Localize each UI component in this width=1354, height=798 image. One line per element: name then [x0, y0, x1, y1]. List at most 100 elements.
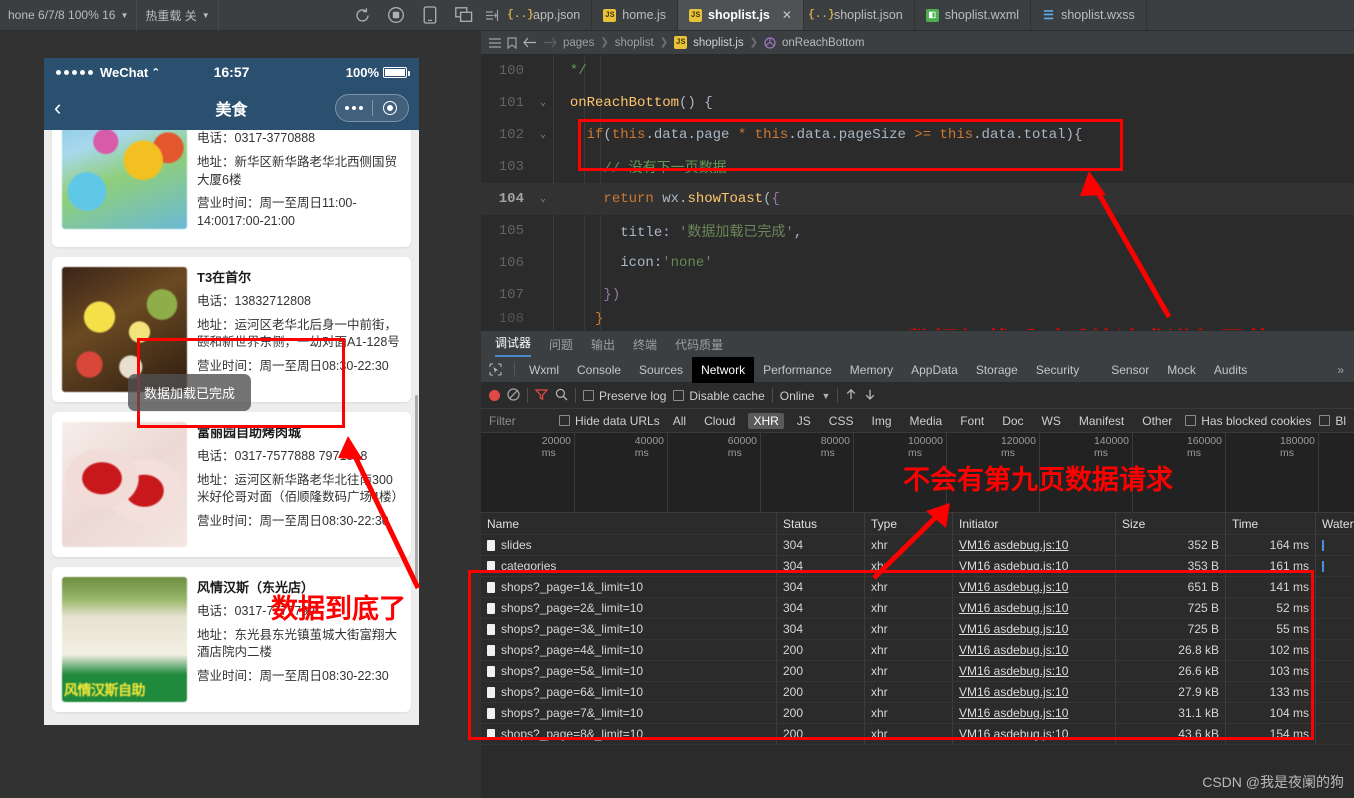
tab-output[interactable]: 输出 — [591, 336, 615, 357]
close-capsule-icon[interactable] — [373, 101, 409, 115]
tab-sources[interactable]: Sources — [630, 357, 692, 383]
tab-shoplist-json[interactable]: {..} shoplist.json — [804, 0, 915, 30]
network-request-table[interactable]: Name Status Type Initiator Size Time Wat… — [468, 503, 1354, 745]
breadcrumb-method[interactable]: onReachBottom — [782, 37, 864, 49]
column-header-status[interactable]: Status — [777, 513, 865, 534]
checkbox-icon[interactable] — [583, 390, 594, 401]
cell-name[interactable]: shops?_page=5&_limit=10 — [481, 661, 777, 681]
cell-initiator[interactable]: VM16 asdebug.js:10 — [953, 682, 1116, 702]
table-row[interactable]: shops?_page=2&_limit=10 304 xhr VM16 asd… — [481, 598, 1354, 619]
filter-type-font[interactable]: Font — [955, 413, 989, 429]
initiator-link[interactable]: VM16 asdebug.js:10 — [959, 706, 1068, 720]
initiator-link[interactable]: VM16 asdebug.js:10 — [959, 622, 1068, 636]
back-icon[interactable]: ‹ — [54, 95, 84, 121]
tab-storage[interactable]: Storage — [967, 357, 1027, 383]
cell-initiator[interactable]: VM16 asdebug.js:10 — [953, 619, 1116, 639]
cell-initiator[interactable]: VM16 asdebug.js:10 — [953, 724, 1116, 744]
disable-cache-checkbox[interactable]: Disable cache — [673, 389, 765, 403]
filter-input[interactable]: Filter — [489, 414, 551, 428]
breadcrumb-shoplist[interactable]: shoplist — [615, 37, 654, 49]
export-har-icon[interactable] — [864, 388, 876, 404]
tab-debugger[interactable]: 调试器 — [495, 334, 532, 357]
initiator-link[interactable]: VM16 asdebug.js:10 — [959, 580, 1068, 594]
cell-name[interactable]: shops?_page=6&_limit=10 — [481, 682, 777, 702]
cell-initiator[interactable]: VM16 asdebug.js:10 — [953, 556, 1116, 576]
bookmark-icon[interactable] — [507, 36, 517, 49]
element-picker-icon[interactable] — [481, 363, 509, 376]
cell-name[interactable]: shops?_page=3&_limit=10 — [481, 619, 777, 639]
checkbox-icon[interactable] — [1319, 415, 1331, 426]
cell-name[interactable]: slides — [481, 535, 777, 555]
column-header-type[interactable]: Type — [865, 513, 953, 534]
initiator-link[interactable]: VM16 asdebug.js:10 — [959, 643, 1068, 657]
list-item[interactable]: 韩釜宫（新华路店） 电话：0317-3770888 地址：新华区新华路老华北西侧… — [52, 130, 411, 247]
tab-console[interactable]: Console — [568, 357, 630, 383]
tab-terminal[interactable]: 终端 — [633, 336, 657, 357]
tab-home-js[interactable]: JS home.js — [592, 0, 679, 30]
filter-type-css[interactable]: CSS — [824, 413, 859, 429]
tab-appdata[interactable]: AppData — [902, 357, 967, 383]
initiator-link[interactable]: VM16 asdebug.js:10 — [959, 685, 1068, 699]
cell-name[interactable]: shops?_page=4&_limit=10 — [481, 640, 777, 660]
hot-reload-selector[interactable]: 热重载 关 ▼ — [137, 0, 219, 31]
code-editor[interactable]: 100 */ 101 ⌄ onReachBottom() { 102 ⌄ if(… — [481, 55, 1354, 330]
filter-type-cloud[interactable]: Cloud — [699, 413, 740, 429]
back-nav-icon[interactable] — [523, 37, 537, 48]
window-icon[interactable] — [447, 0, 481, 31]
tab-shoplist-js[interactable]: JS shoplist.js ✕ — [678, 0, 804, 30]
fold-icon[interactable]: ⌄ — [533, 193, 553, 205]
more-icon[interactable] — [336, 106, 372, 110]
filter-type-media[interactable]: Media — [905, 413, 948, 429]
column-header-initiator[interactable]: Initiator — [953, 513, 1116, 534]
table-row[interactable]: shops?_page=1&_limit=10 304 xhr VM16 asd… — [481, 577, 1354, 598]
cell-initiator[interactable]: VM16 asdebug.js:10 — [953, 535, 1116, 555]
cell-name[interactable]: categories — [481, 556, 777, 576]
filter-type-xhr[interactable]: XHR — [748, 412, 784, 429]
initiator-link[interactable]: VM16 asdebug.js:10 — [959, 601, 1068, 615]
phone-icon[interactable] — [413, 0, 447, 31]
tab-performance[interactable]: Performance — [754, 357, 841, 383]
outline-icon[interactable] — [489, 37, 501, 49]
forward-nav-icon[interactable] — [543, 37, 557, 48]
table-row[interactable]: shops?_page=3&_limit=10 304 xhr VM16 asd… — [481, 619, 1354, 640]
record-button-icon[interactable] — [489, 390, 500, 401]
cell-name[interactable]: shops?_page=7&_limit=10 — [481, 703, 777, 723]
cell-name[interactable]: shops?_page=8&_limit=10 — [481, 724, 777, 744]
checkbox-icon[interactable] — [673, 390, 685, 401]
import-har-icon[interactable] — [845, 388, 857, 404]
tab-shoplist-wxml[interactable]: ◧ shoplist.wxml — [915, 0, 1032, 30]
table-row[interactable]: categories 304 xhr VM16 asdebug.js:10 35… — [481, 556, 1354, 577]
table-row[interactable]: shops?_page=4&_limit=10 200 xhr VM16 asd… — [481, 640, 1354, 661]
filter-type-ws[interactable]: WS — [1037, 413, 1066, 429]
tab-wxml[interactable]: Wxml — [520, 357, 568, 383]
more-tabs-icon[interactable]: » — [1327, 363, 1354, 377]
fold-icon[interactable]: ⌄ — [533, 97, 553, 109]
table-row[interactable]: shops?_page=8&_limit=10 200 xhr VM16 asd… — [481, 724, 1354, 745]
table-row[interactable]: shops?_page=6&_limit=10 200 xhr VM16 asd… — [481, 682, 1354, 703]
close-icon[interactable]: ✕ — [782, 8, 792, 22]
tab-problems[interactable]: 问题 — [549, 336, 573, 357]
table-row[interactable]: shops?_page=7&_limit=10 200 xhr VM16 asd… — [481, 703, 1354, 724]
initiator-link[interactable]: VM16 asdebug.js:10 — [959, 538, 1068, 552]
initiator-link[interactable]: VM16 asdebug.js:10 — [959, 727, 1068, 741]
chevron-down-icon[interactable]: ▼ — [821, 391, 830, 401]
breadcrumb-file[interactable]: shoplist.js — [693, 37, 744, 49]
breadcrumb-pages[interactable]: pages — [563, 37, 594, 49]
tab-security[interactable]: Security — [1027, 357, 1088, 383]
filter-type-js[interactable]: JS — [792, 413, 816, 429]
filter-type-other[interactable]: Other — [1137, 413, 1177, 429]
tab-mock[interactable]: Mock — [1158, 357, 1205, 383]
throttling-select[interactable]: Online — [780, 389, 815, 403]
column-header-time[interactable]: Time — [1226, 513, 1316, 534]
filter-type-all[interactable]: All — [668, 413, 691, 429]
tab-sensor[interactable]: Sensor — [1102, 357, 1158, 383]
filter-type-manifest[interactable]: Manifest — [1074, 413, 1129, 429]
record-icon[interactable] — [379, 0, 413, 31]
cell-initiator[interactable]: VM16 asdebug.js:10 — [953, 640, 1116, 660]
filter-type-doc[interactable]: Doc — [997, 413, 1028, 429]
tab-shoplist-wxss[interactable]: ☰ shoplist.wxss — [1031, 0, 1147, 30]
column-header-name[interactable]: Name — [481, 513, 777, 534]
preserve-log-checkbox[interactable]: Preserve log — [583, 389, 666, 403]
tab-audits[interactable]: Audits — [1205, 357, 1256, 383]
cell-name[interactable]: shops?_page=2&_limit=10 — [481, 598, 777, 618]
